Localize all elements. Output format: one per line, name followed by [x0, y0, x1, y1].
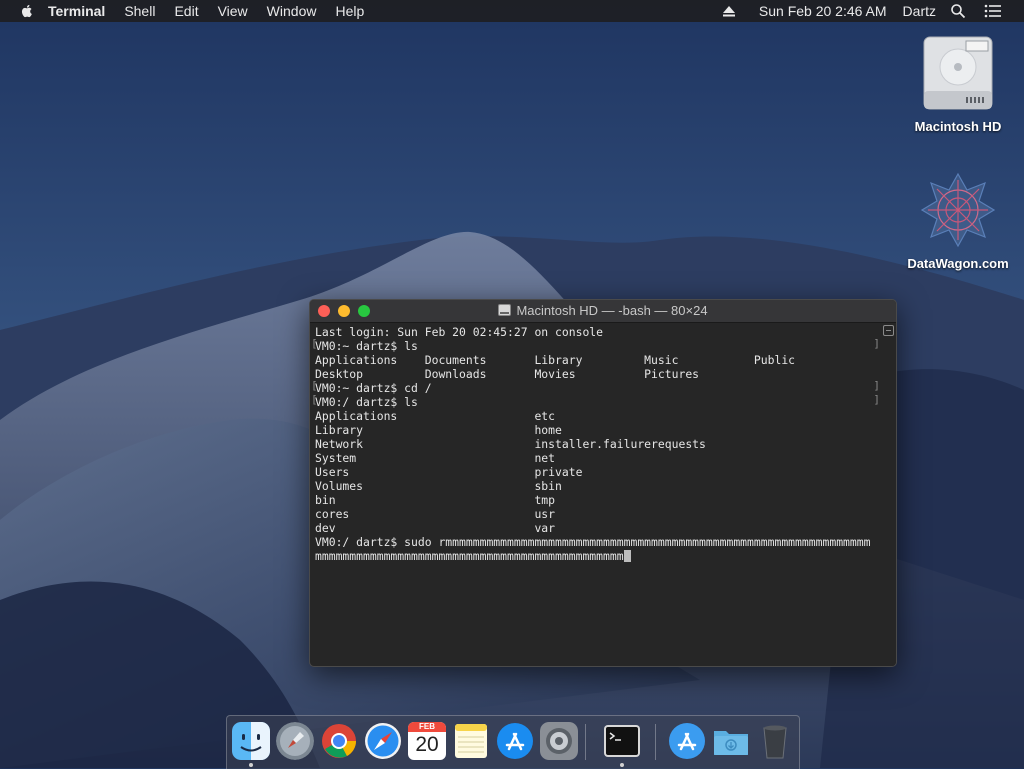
terminal-line: Volumes sbin: [315, 479, 562, 493]
terminal-line: VM0:~ dartz$ cd /: [315, 381, 432, 395]
terminal-line: dev var: [315, 521, 556, 535]
window-title-text: Macintosh HD — -bash — 80×24: [516, 303, 708, 318]
spotlight-search-icon[interactable]: [950, 3, 966, 19]
running-indicator: [620, 763, 624, 767]
scrollbar[interactable]: [882, 323, 896, 666]
mark-bracket-icon: ]: [873, 379, 880, 392]
split-pane-icon[interactable]: [883, 325, 894, 336]
running-indicator: [249, 763, 253, 767]
downloads-folder-icon[interactable]: [712, 722, 750, 760]
terminal-line-text: mmmmmmmmmmmmmmmmmmmmmmmmmmmmmmmmmmmmmmmm…: [315, 549, 624, 563]
terminal-line: Applications etc: [315, 409, 556, 423]
eject-icon[interactable]: [721, 3, 737, 19]
trash-icon[interactable]: [756, 722, 794, 760]
terminal-line: Library home: [315, 423, 562, 437]
terminal-line: Desktop Downloads Movies Pictures: [315, 367, 700, 381]
dock-separator: [585, 724, 586, 760]
terminal-line: Last login: Sun Feb 20 02:45:27 on conso…: [315, 325, 604, 339]
menu-user[interactable]: Dartz: [903, 3, 936, 19]
datawagon-icon: [920, 172, 996, 248]
launchpad-icon[interactable]: [276, 722, 314, 760]
menu-window[interactable]: Window: [267, 0, 317, 22]
status-area: Sun Feb 20 2:46 AM Dartz: [721, 0, 1024, 22]
desktop-icon-label: Macintosh HD: [914, 119, 1002, 134]
system-preferences-icon[interactable]: [540, 722, 578, 760]
terminal-line-current: mmmmmmmmmmmmmmmmmmmmmmmmmmmmmmmmmmmmmmmm…: [315, 549, 877, 563]
app-store-icon[interactable]: [496, 722, 534, 760]
window-title: Macintosh HD — -bash — 80×24: [310, 303, 896, 318]
terminal-line: System net: [315, 451, 556, 465]
text-cursor: [623, 550, 631, 562]
mark-bracket-icon: [: [311, 379, 318, 392]
applications-folder-icon[interactable]: [668, 722, 706, 760]
terminal-line: bin tmp: [315, 493, 556, 507]
calendar-icon[interactable]: FEB 20: [408, 722, 446, 760]
terminal-line: Applications Documents Library Music Pub…: [315, 353, 796, 367]
menu-help[interactable]: Help: [335, 0, 364, 22]
terminal-icon[interactable]: [603, 722, 641, 760]
menu-view[interactable]: View: [218, 0, 248, 22]
mark-bracket-icon: [: [311, 393, 318, 406]
dock: FEB 20: [226, 715, 800, 769]
notification-center-icon[interactable]: [984, 3, 1002, 19]
calendar-month: FEB: [408, 722, 446, 732]
menu-edit[interactable]: Edit: [174, 0, 198, 22]
apple-menu-icon[interactable]: [19, 3, 35, 19]
desktop-icon-label: DataWagon.com: [907, 256, 1009, 271]
desktop-icon-datawagon[interactable]: DataWagon.com: [903, 170, 1013, 271]
chrome-icon[interactable]: [320, 722, 358, 760]
menu-clock[interactable]: Sun Feb 20 2:46 AM: [759, 3, 887, 19]
calendar-day: 20: [415, 733, 439, 756]
desktop-icon-macintosh-hd[interactable]: Macintosh HD: [903, 33, 1013, 134]
menu-bar: Terminal Shell Edit View Window Help Sun…: [0, 0, 1024, 22]
mark-bracket-icon: ]: [873, 337, 880, 350]
menu-shell[interactable]: Shell: [124, 0, 155, 22]
terminal-output[interactable]: Last login: Sun Feb 20 02:45:27 on conso…: [310, 323, 882, 666]
hard-drive-icon: [923, 36, 993, 110]
mark-bracket-icon: [: [311, 337, 318, 350]
terminal-line: VM0:/ dartz$ ls: [315, 395, 418, 409]
terminal-line: Users private: [315, 465, 583, 479]
terminal-line: VM0:/ dartz$ sudo rmmmmmmmmmmmmmmmmmmmmm…: [315, 535, 871, 549]
finder-icon[interactable]: [232, 722, 270, 760]
notes-icon[interactable]: [452, 722, 490, 760]
mark-bracket-icon: ]: [873, 393, 880, 406]
safari-icon[interactable]: [364, 722, 402, 760]
terminal-line: cores usr: [315, 507, 556, 521]
disk-icon: [498, 304, 512, 316]
menu-app-name[interactable]: Terminal: [48, 0, 105, 22]
terminal-titlebar[interactable]: Macintosh HD — -bash — 80×24: [310, 300, 896, 323]
terminal-window[interactable]: Macintosh HD — -bash — 80×24 Last login:…: [309, 299, 897, 667]
terminal-line: Network installer.failurerequests: [315, 437, 706, 451]
dock-separator: [655, 724, 656, 760]
terminal-line: VM0:~ dartz$ ls: [315, 339, 418, 353]
